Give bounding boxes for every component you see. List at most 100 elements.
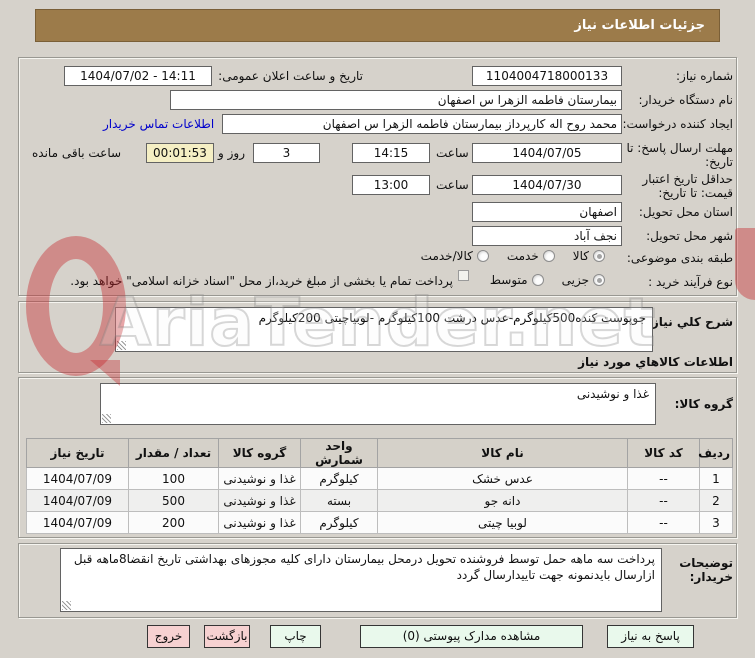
classification-option-goods[interactable]: کالا: [573, 249, 605, 263]
col-group: گروه کالا: [218, 438, 301, 468]
classification-option-goods-service-label: کالا/خدمت: [420, 249, 473, 263]
requester-label: ایجاد کننده درخواست:: [622, 117, 733, 131]
reply-deadline-date-field[interactable]: 1404/07/05: [472, 143, 622, 163]
classification-option-goods-label: کالا: [572, 249, 589, 263]
goods-table: ردیف کد کالا نام کالا واحد شمارش گروه کا…: [26, 438, 733, 534]
process-option-minor[interactable]: جزیی: [562, 273, 605, 287]
process-option-medium-label: متوسط: [489, 273, 528, 287]
treasury-checkbox-label: پرداخت تمام یا بخشی از مبلغ خرید،از محل …: [70, 274, 453, 288]
cell-unit: کیلوگرم: [300, 511, 378, 534]
classification-option-goods-service[interactable]: کالا/خدمت: [421, 249, 489, 263]
radio-minor-icon[interactable]: [593, 274, 605, 286]
treasury-checkbox[interactable]: [458, 270, 469, 281]
resize-grip-icon: [102, 414, 111, 423]
buyer-org-label: نام دستگاه خریدار:: [638, 93, 734, 107]
cell-need-date: 1404/07/09: [26, 489, 129, 512]
need-details-page: { "watermark": "AriaTender.net", "title_…: [0, 0, 755, 658]
process-type-label: نوع فرآیند خرید :: [648, 275, 733, 289]
table-row[interactable]: 3 -- لوبیا چیتی کیلوگرم غذا و نوشیدنی 20…: [26, 511, 733, 534]
remaining-time-field: 00:01:53: [146, 143, 214, 163]
cell-item-code: --: [627, 489, 700, 512]
table-row[interactable]: 2 -- دانه جو بسته غذا و نوشیدنی 500 1404…: [26, 489, 733, 512]
description-field[interactable]: جوپوست کنده500کیلوگرم-عدس درشت 100کیلوگر…: [115, 307, 653, 352]
resize-grip-icon: [62, 601, 71, 610]
cell-quantity: 100: [128, 467, 219, 490]
goods-section-header: اطلاعات کالاهاي مورد نیاز: [578, 355, 733, 369]
cell-item-code: --: [627, 511, 700, 534]
classification-option-service-label: خدمت: [506, 249, 539, 263]
process-type-options: جزیی متوسط: [490, 273, 605, 287]
cell-unit: بسته: [300, 489, 378, 512]
need-number-field[interactable]: 1104004718000133: [472, 66, 622, 86]
cell-group: غذا و نوشیدنی: [218, 511, 301, 534]
classification-label: طبقه بندی موضوعی:: [626, 251, 733, 265]
col-item-code: کد کالا: [627, 438, 700, 468]
radio-goods-service-icon[interactable]: [476, 250, 489, 262]
requester-field[interactable]: محمد روح اله کارپرداز بیمارستان فاطمه ال…: [222, 114, 622, 134]
cell-need-date: 1404/07/09: [26, 467, 129, 490]
cell-item-name: دانه جو: [377, 489, 628, 512]
remaining-days-label: روز و: [218, 146, 245, 160]
classification-options: کالا خدمت کالا/خدمت: [421, 249, 605, 263]
goods-group-text: غذا و نوشیدنی: [576, 387, 649, 401]
radio-service-icon[interactable]: [542, 250, 555, 262]
classification-option-service[interactable]: خدمت: [507, 249, 555, 263]
respond-to-need-button[interactable]: پاسخ به نیاز: [607, 625, 694, 648]
col-unit: واحد شمارش: [300, 438, 378, 468]
reply-deadline-time-field[interactable]: 14:15: [352, 143, 430, 163]
table-row[interactable]: 1 -- عدس خشک کیلوگرم غذا و نوشیدنی 100 1…: [26, 467, 733, 490]
goods-group-field[interactable]: غذا و نوشیدنی: [100, 383, 656, 425]
price-validity-time-field[interactable]: 13:00: [352, 175, 430, 195]
delivery-province-label: استان محل تحویل:: [638, 205, 733, 219]
cell-group: غذا و نوشیدنی: [218, 489, 301, 512]
buyer-notes-text: پرداخت سه ماهه حمل توسط فروشنده تحویل در…: [73, 552, 655, 582]
delivery-province-field[interactable]: اصفهان: [472, 202, 622, 222]
cell-item-name: لوبیا چیتی: [377, 511, 628, 534]
process-option-minor-label: جزیی: [561, 273, 589, 287]
cell-row-number: 2: [699, 489, 733, 512]
cell-group: غذا و نوشیدنی: [218, 467, 301, 490]
watermark-logo-right: [735, 228, 755, 300]
remaining-days-field[interactable]: 3: [253, 143, 320, 163]
description-text: جوپوست کنده500کیلوگرم-عدس درشت 100کیلوگر…: [258, 311, 646, 325]
reply-deadline-hour-label: ساعت: [436, 146, 469, 160]
announce-datetime-label: تاریخ و ساعت اعلان عمومی:: [218, 69, 363, 83]
reply-deadline-label: مهلت ارسال پاسخ: تا تاریخ:: [626, 141, 733, 169]
resize-grip-icon: [117, 341, 126, 350]
exit-button[interactable]: خروج: [147, 625, 190, 648]
remaining-suffix-label: ساعت باقی مانده: [32, 146, 122, 160]
buyer-notes-field[interactable]: پرداخت سه ماهه حمل توسط فروشنده تحویل در…: [60, 548, 662, 612]
buyer-org-field[interactable]: بیمارستان فاطمه الزهرا س اصفهان: [170, 90, 622, 110]
print-button[interactable]: چاپ: [270, 625, 321, 648]
announce-datetime-field[interactable]: 1404/07/02 - 14:11: [64, 66, 212, 86]
page-title: جزئیات اطلاعات نیاز: [35, 9, 720, 42]
process-option-medium[interactable]: متوسط: [490, 273, 544, 287]
goods-group-label: گروه کالا:: [674, 397, 733, 411]
cell-quantity: 200: [128, 511, 219, 534]
price-validity-hour-label: ساعت: [436, 178, 469, 192]
need-number-label: شماره نیاز:: [676, 69, 733, 83]
col-need-date: تاریخ نیاز: [26, 438, 129, 468]
price-validity-date-field[interactable]: 1404/07/30: [472, 175, 622, 195]
cell-unit: کیلوگرم: [300, 467, 378, 490]
col-row-number: ردیف: [698, 438, 733, 468]
delivery-city-field[interactable]: نجف آباد: [472, 226, 622, 246]
buyer-notes-label: توضیحات خریدار:: [679, 556, 733, 584]
cell-item-code: --: [627, 467, 700, 490]
view-attached-docs-button[interactable]: مشاهده مدارک پیوستی (0): [360, 625, 583, 648]
goods-table-header-row: ردیف کد کالا نام کالا واحد شمارش گروه کا…: [26, 438, 733, 468]
col-item-name: نام کالا: [377, 438, 628, 468]
back-button[interactable]: بازگشت: [204, 625, 250, 648]
col-quantity: تعداد / مقدار: [128, 438, 219, 468]
cell-item-name: عدس خشک: [377, 467, 628, 490]
description-label: شرح کلي نیاز:: [647, 315, 733, 329]
cell-quantity: 500: [128, 489, 219, 512]
price-validity-label: حداقل تاریخ اعتبار قیمت: تا تاریخ:: [642, 172, 733, 200]
cell-need-date: 1404/07/09: [26, 511, 129, 534]
radio-medium-icon[interactable]: [531, 274, 544, 286]
cell-row-number: 1: [699, 467, 733, 490]
radio-goods-icon[interactable]: [593, 250, 605, 262]
buyer-contact-link[interactable]: اطلاعات تماس خریدار: [103, 117, 214, 131]
delivery-city-label: شهر محل تحویل:: [646, 229, 733, 243]
cell-row-number: 3: [699, 511, 733, 534]
